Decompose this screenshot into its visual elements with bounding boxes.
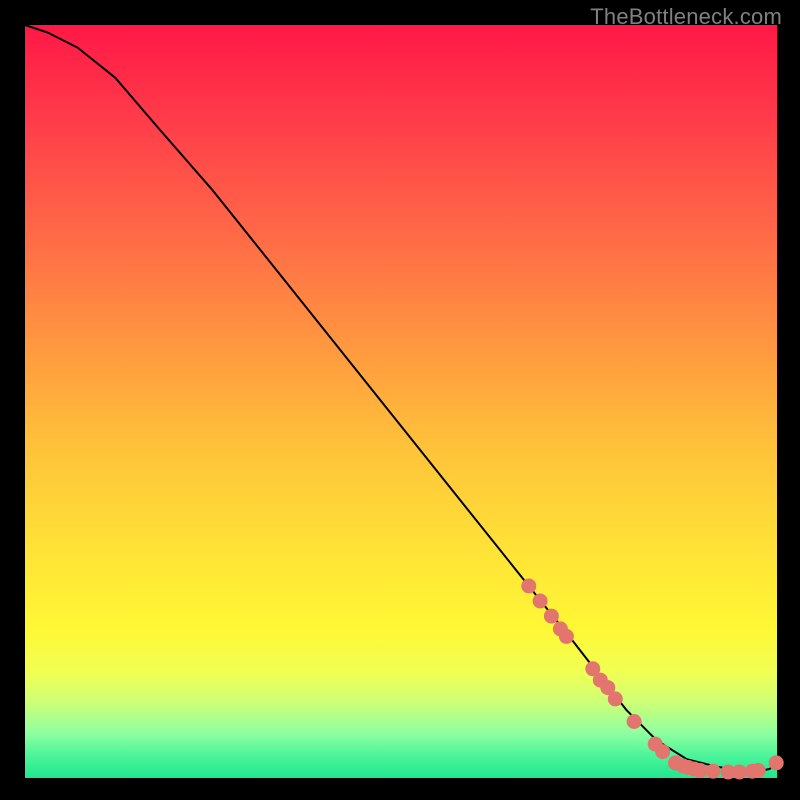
data-point [627, 715, 641, 729]
data-point [559, 629, 573, 643]
data-point [693, 764, 707, 778]
data-point [533, 594, 547, 608]
data-point [544, 609, 558, 623]
plot-overlay [25, 25, 777, 778]
data-point [522, 579, 536, 593]
data-points-group [522, 579, 783, 779]
data-point [769, 756, 783, 770]
data-point [751, 764, 765, 778]
data-point [732, 765, 746, 779]
bottleneck-curve [25, 25, 777, 772]
data-point [608, 692, 622, 706]
data-point [706, 764, 720, 778]
chart-stage: TheBottleneck.com [0, 0, 800, 800]
watermark-text: TheBottleneck.com [590, 4, 782, 30]
data-point [656, 745, 670, 759]
